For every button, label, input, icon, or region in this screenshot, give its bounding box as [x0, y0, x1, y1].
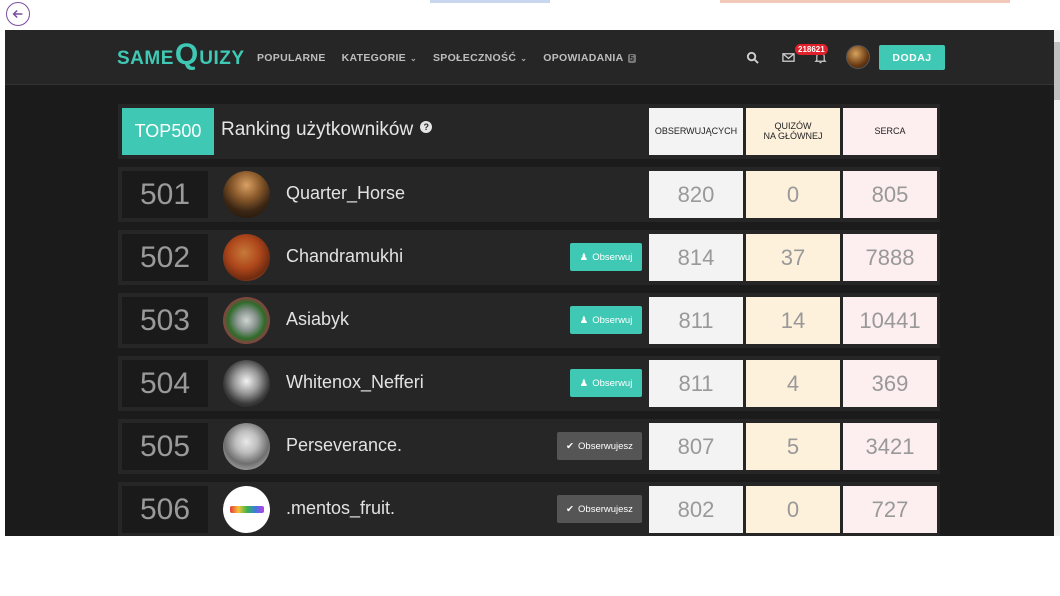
ranking-row: 502 Chandramukhi ♟ Obserwuj 814 37 7888	[118, 230, 940, 285]
follow-button-label: Obserwuj	[592, 314, 633, 326]
quizzes-count: 5	[746, 423, 840, 470]
menu-popularne[interactable]: POPULARNE	[257, 52, 326, 64]
followers-count: 807	[649, 423, 743, 470]
column-header-hearts[interactable]: SERCA	[843, 108, 937, 155]
logo-part: UIZY	[199, 48, 245, 69]
username-link[interactable]: Chandramukhi	[286, 246, 403, 267]
user-avatar[interactable]	[223, 234, 270, 281]
ranking-title: Ranking użytkowników ?	[221, 119, 433, 141]
menu-kategorie[interactable]: KATEGORIE ⌄	[342, 52, 417, 64]
add-button[interactable]: DODAJ	[879, 45, 945, 70]
quizzes-count: 0	[746, 171, 840, 218]
following-button[interactable]: ✔ Obserwujesz	[557, 432, 642, 460]
rank-number: 502	[122, 234, 208, 281]
username-link[interactable]: .mentos_fruit.	[286, 498, 395, 519]
followers-count: 811	[649, 297, 743, 344]
chevron-down-icon: ⌄	[409, 53, 417, 63]
following-button-label: Obserwujesz	[578, 440, 633, 452]
quizzes-count: 14	[746, 297, 840, 344]
menu-spolecznosc[interactable]: SPOŁECZNOŚĆ ⌄	[433, 52, 527, 64]
user-avatar[interactable]	[223, 360, 270, 407]
ranking-row: 505 Perseverance. ✔ Obserwujesz 807 5 34…	[118, 419, 940, 474]
followers-count: 811	[649, 360, 743, 407]
user-avatar[interactable]	[223, 171, 270, 218]
column-header-quizzes[interactable]: QUIZÓW NA GŁÓWNEJ	[746, 108, 840, 155]
follow-button[interactable]: ♟ Obserwuj	[570, 306, 642, 334]
avatar-logo-strip	[229, 506, 264, 513]
user-avatar[interactable]	[223, 486, 270, 533]
add-user-icon: ♟	[579, 314, 589, 326]
ranking-row: 501 Quarter_Horse 820 0 805	[118, 167, 940, 222]
page-strip-shade	[720, 0, 1010, 3]
browser-viewport: SAME Q UIZY POPULARNE KATEGORIE ⌄ SPOŁEC…	[5, 30, 1054, 536]
rank-number: 503	[122, 297, 208, 344]
checkmark-icon: ✔	[566, 503, 575, 515]
followers-count: 820	[649, 171, 743, 218]
samequizy-logo[interactable]: SAME Q UIZY	[117, 40, 245, 70]
column-header-followers[interactable]: OBSERWUJĄCYCH	[649, 108, 743, 155]
add-user-icon: ♟	[579, 251, 589, 263]
user-avatar[interactable]	[223, 423, 270, 470]
menu-label: SPOŁECZNOŚĆ	[432, 52, 517, 64]
ranking-row: 503 Asiabyk ♟ Obserwuj 811 14 10441	[118, 293, 940, 348]
ranking-row: 506 .mentos_fruit. ✔ Obserwujesz 802 0 7…	[118, 482, 940, 536]
rank-number: 504	[122, 360, 208, 407]
hearts-count: 7888	[843, 234, 937, 281]
username-link[interactable]: Perseverance.	[286, 435, 402, 456]
search-icon[interactable]	[746, 51, 759, 64]
question-icon[interactable]: ?	[420, 121, 433, 133]
follow-button-label: Obserwuj	[592, 251, 633, 263]
menu-label: KATEGORIE	[341, 52, 406, 64]
main-menu: POPULARNE KATEGORIE ⌄ SPOŁECZNOŚĆ ⌄ OPOW…	[257, 52, 637, 64]
following-button-label: Obserwujesz	[578, 503, 633, 515]
followers-count: 802	[649, 486, 743, 533]
quizzes-count: 0	[746, 486, 840, 533]
top-navbar: SAME Q UIZY POPULARNE KATEGORIE ⌄ SPOŁEC…	[5, 30, 1054, 85]
ranking-header: TOP500 Ranking użytkowników ? OBSERWUJĄC…	[118, 104, 940, 159]
back-arrow-icon[interactable]	[6, 2, 30, 26]
ranking-row: 504 Whitenox_Nefferi ♟ Obserwuj 811 4 36…	[118, 356, 940, 411]
rank-number: 506	[122, 486, 208, 533]
user-avatar-menu[interactable]	[846, 45, 870, 69]
hearts-count: 805	[843, 171, 937, 218]
ranking-title-text: Ranking użytkowników	[221, 119, 414, 140]
column-header-line: NA GŁÓWNEJ	[763, 130, 823, 141]
hearts-count: 369	[843, 360, 937, 407]
menu-opowiadania[interactable]: OPOWIADANIA 5	[543, 52, 637, 64]
menu-label: OPOWIADANIA	[543, 52, 624, 64]
username-link[interactable]: Quarter_Horse	[286, 183, 405, 204]
user-avatar[interactable]	[223, 297, 270, 344]
top500-badge: TOP500	[122, 108, 214, 155]
screenshot-stage: SAME Q UIZY POPULARNE KATEGORIE ⌄ SPOŁEC…	[0, 0, 1060, 596]
hearts-count: 727	[843, 486, 937, 533]
follow-button[interactable]: ♟ Obserwuj	[570, 243, 642, 271]
quizzes-count: 4	[746, 360, 840, 407]
page-scrollbar[interactable]	[1054, 30, 1060, 536]
logo-part: SAME	[117, 48, 174, 69]
follow-button-label: Obserwuj	[592, 377, 633, 389]
add-user-icon: ♟	[579, 377, 589, 389]
rank-number: 505	[122, 423, 208, 470]
followers-count: 814	[649, 234, 743, 281]
hearts-count: 3421	[843, 423, 937, 470]
quizzes-count: 37	[746, 234, 840, 281]
menu-count-badge: 5	[627, 53, 637, 63]
page-strip-shade	[430, 0, 550, 3]
menu-label: POPULARNE	[257, 52, 326, 64]
logo-part: Q	[174, 38, 199, 71]
username-link[interactable]: Whitenox_Nefferi	[286, 372, 424, 393]
follow-button[interactable]: ♟ Obserwuj	[570, 369, 642, 397]
chevron-down-icon: ⌄	[520, 53, 528, 63]
rank-number: 501	[122, 171, 208, 218]
following-button[interactable]: ✔ Obserwujesz	[557, 495, 642, 523]
scrollbar-thumb[interactable]	[1054, 42, 1060, 100]
checkmark-icon: ✔	[566, 440, 575, 452]
envelope-icon[interactable]	[782, 51, 795, 64]
username-link[interactable]: Asiabyk	[286, 309, 349, 330]
navbar-actions: 218621 DODAJ	[740, 44, 945, 71]
notification-count-badge: 218621	[795, 44, 828, 55]
hearts-count: 10441	[843, 297, 937, 344]
